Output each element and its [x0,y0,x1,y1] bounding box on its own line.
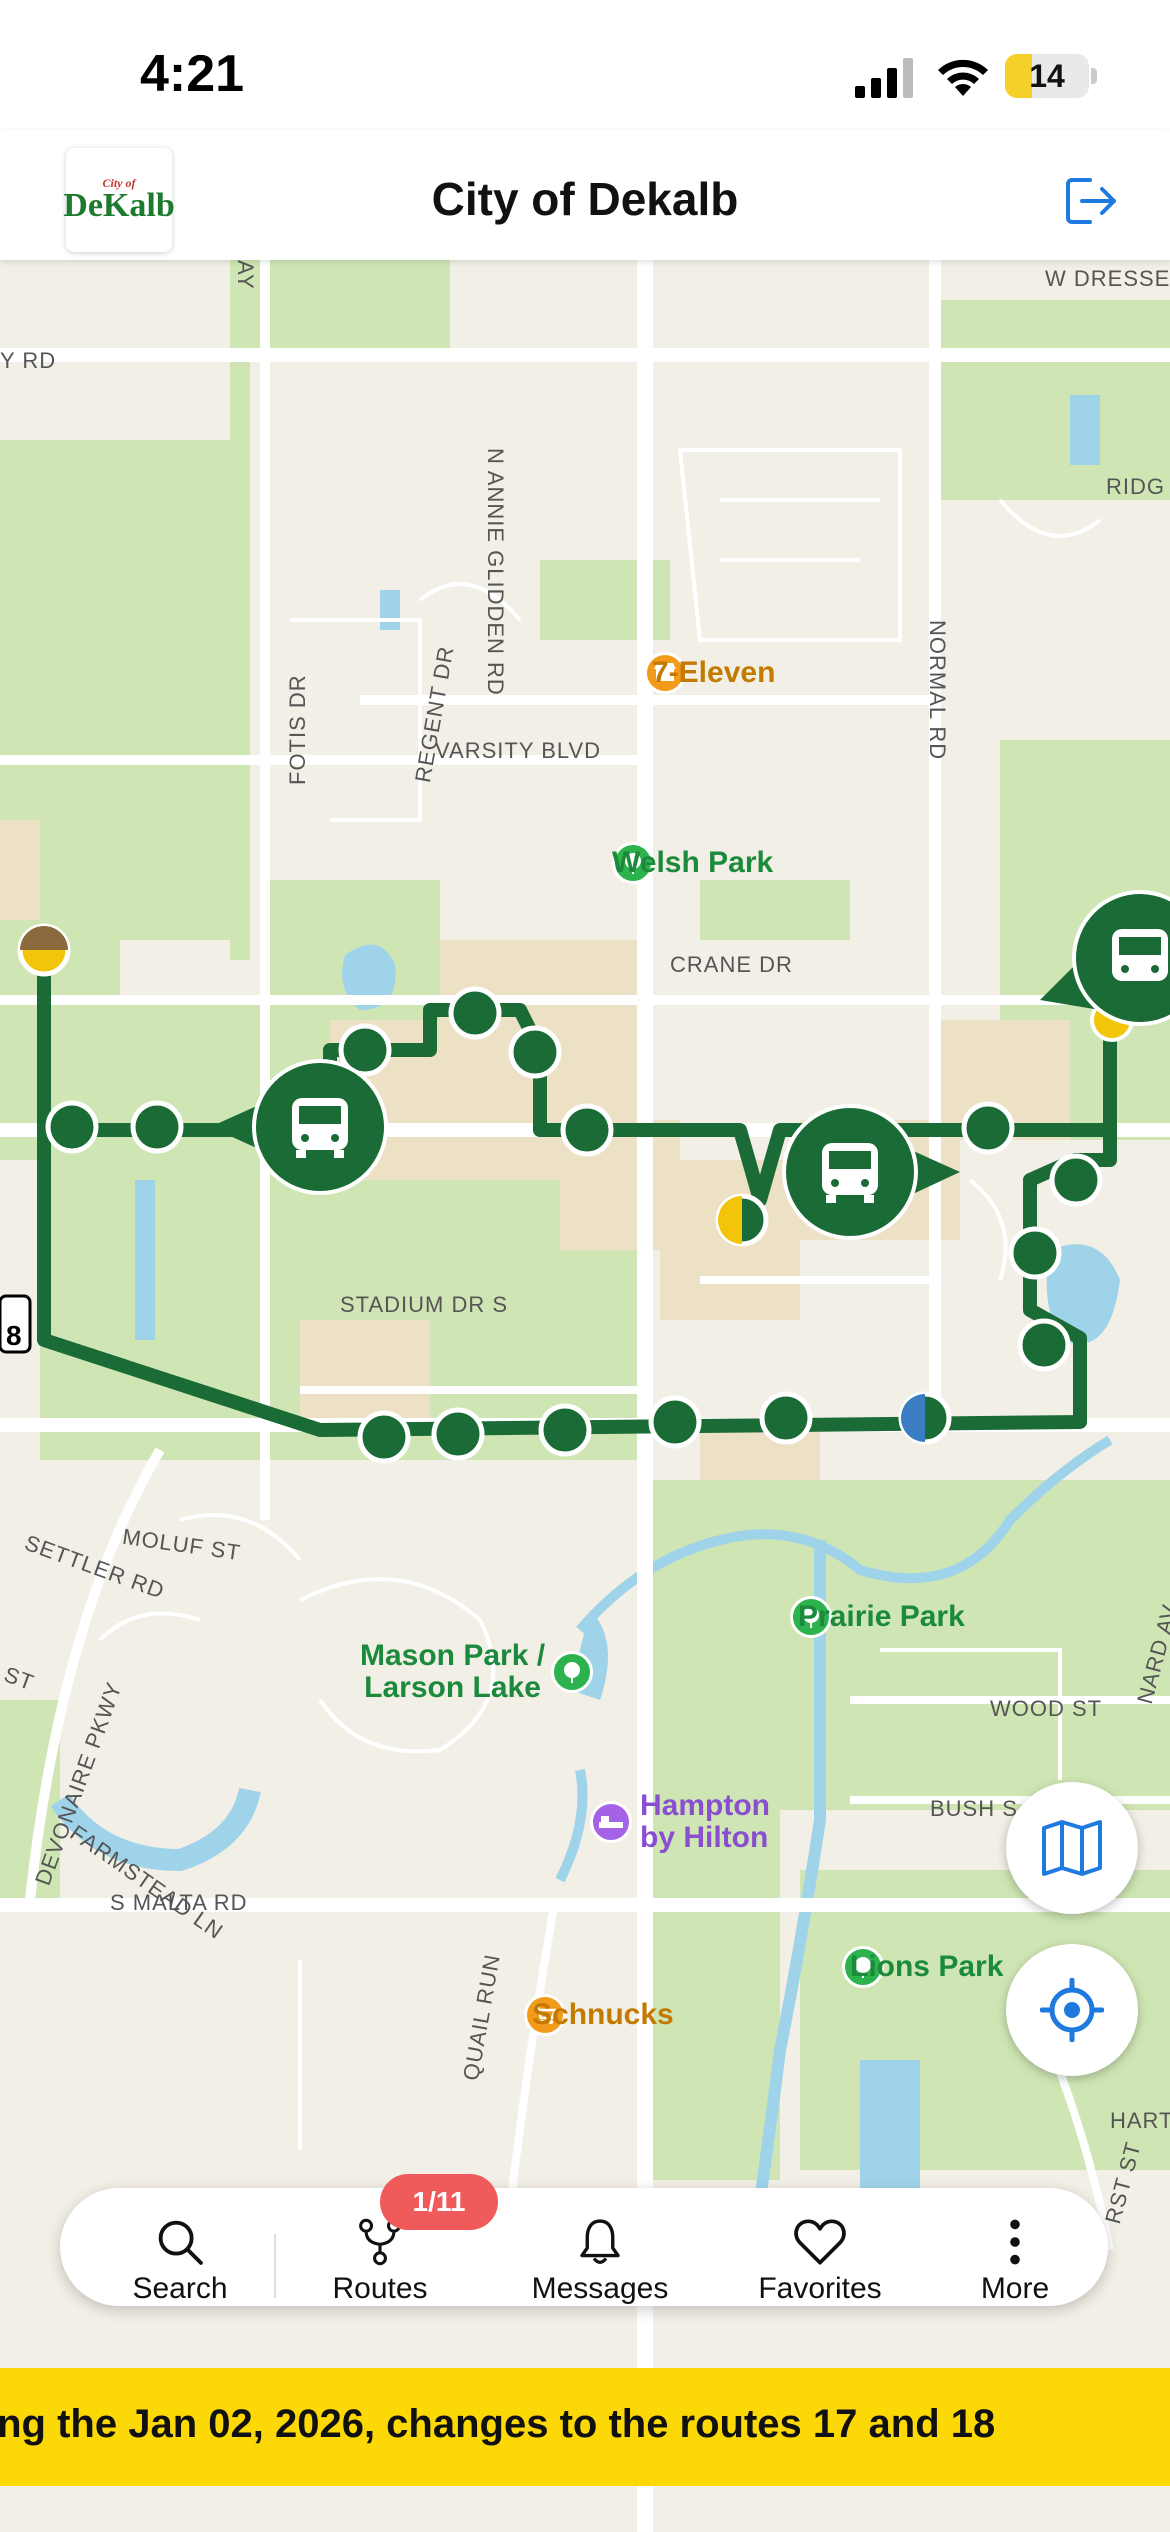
hotel-icon [590,1801,632,1843]
street-label: WOOD ST [990,1696,1103,1721]
street-label: W DRESSER [1045,266,1170,291]
tab-messages[interactable]: Messages [500,2188,700,2306]
poi-lions-park[interactable]: Lions Park [842,1946,1003,1988]
road-shield-number: 8 [6,1320,23,1351]
announcement-banner[interactable]: rding the Jan 02, 2026, changes to the r… [0,2368,1170,2486]
wifi-icon [938,59,988,96]
street-label: N ANNIE GLIDDEN RD [483,448,508,696]
locate-me-button[interactable] [1006,1944,1138,2076]
street-label: Y RD [0,348,57,373]
battery-cap [1091,68,1097,84]
park-icon [551,1651,594,1693]
battery-icon: 14 [1005,54,1089,98]
street-label: RIDG [1106,474,1165,499]
signal-icon [855,58,913,98]
map-layers-button[interactable] [1006,1782,1138,1914]
street-label: CRANE DR [670,952,793,977]
more-icon [1010,2219,1020,2265]
tab-search[interactable]: Search [110,2188,250,2306]
announcement-text: rding the Jan 02, 2026, changes to the r… [0,2402,996,2446]
status-bar: 4:21 14 [0,0,1170,150]
routes-count-badge: 1/11 [380,2174,498,2230]
poi-prairie-park[interactable]: Prairie Park [790,1596,965,1638]
locate-icon [1040,1978,1104,2042]
app-header: City of DeKalb City of Dekalb [0,130,1170,260]
street-label: FOTIS DR [285,674,310,785]
battery-level: 14 [1029,57,1065,94]
poi-welsh-park[interactable]: Welsh Park [612,842,773,884]
street-label: BUSH S [930,1796,1018,1821]
map-icon [1042,1820,1102,1876]
street-label: S MALTA RD [110,1890,248,1915]
tab-favorites[interactable]: Favorites [730,2188,910,2306]
poi-hampton-by-hilton[interactable]: Hampton by Hilton [590,1790,770,1854]
logout-icon[interactable] [1064,176,1120,226]
street-label: NORMAL RD [925,620,950,761]
street-label: AY [233,260,258,290]
street-label: STADIUM DR S [340,1292,509,1317]
page-title: City of Dekalb [431,173,739,225]
street-label: HART [1110,2108,1170,2133]
bell-icon [580,2219,620,2264]
status-time: 4:21 [140,45,245,103]
bottom-tab-bar: Search Routes 1/11 Messages Favorites Mo… [60,2174,1108,2306]
poi-mason-park[interactable]: Mason Park / Larson Lake [360,1640,594,1704]
poi-schnucks[interactable]: Schnucks [524,1994,674,2036]
tab-more[interactable]: More [950,2188,1080,2306]
street-label: VARSITY BLVD [435,738,602,763]
poi-7-eleven[interactable]: 7-Eleven [644,652,775,694]
search-icon [158,2220,203,2265]
heart-icon [794,2219,846,2265]
tab-divider [274,2234,276,2298]
